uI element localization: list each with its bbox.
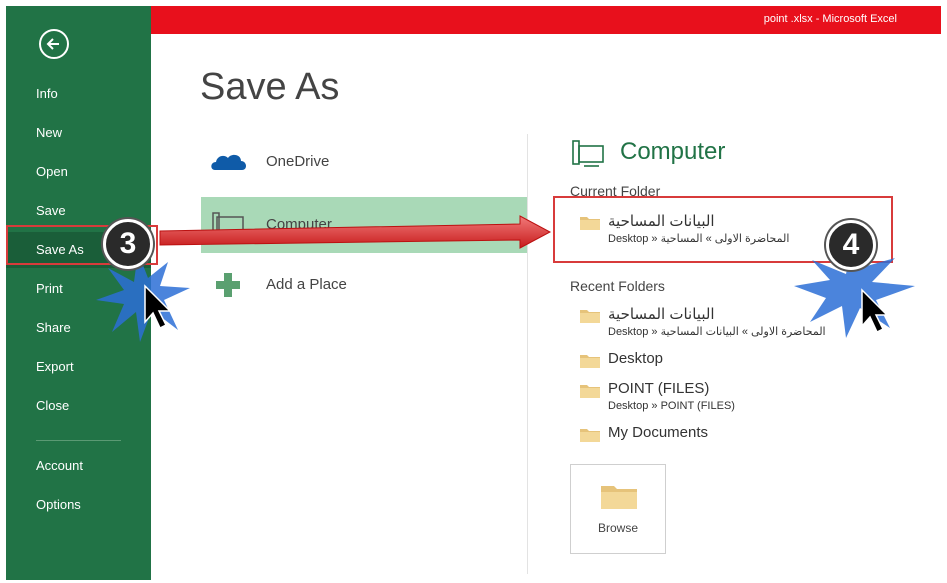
nav-item-account[interactable]: Account [6, 448, 151, 484]
folder-name: My Documents [608, 424, 709, 441]
browse-label: Browse [597, 521, 638, 535]
nav-item-share[interactable]: Share [6, 310, 151, 346]
nav-separator [36, 440, 121, 441]
place-label: OneDrive [266, 153, 330, 170]
back-button[interactable] [39, 29, 69, 59]
plus-icon [216, 273, 240, 297]
panel-divider [527, 134, 528, 574]
folder-name: البيانات المساحية [608, 306, 715, 323]
step-badge-3: 3 [103, 219, 153, 269]
back-arrow-icon [46, 38, 59, 50]
folder-name: POINT (FILES) [608, 380, 710, 397]
computer-icon [572, 140, 604, 167]
folder-icon [580, 429, 600, 442]
title-bar: point .xlsx - Microsoft Excel [151, 6, 941, 34]
computer-icon [212, 212, 244, 237]
folder-name: Desktop [608, 350, 664, 367]
nav-item-open[interactable]: Open [6, 154, 151, 190]
nav-item-close[interactable]: Close [6, 388, 151, 424]
place-onedrive[interactable]: OneDrive [201, 134, 527, 190]
step-badge-4: 4 [826, 220, 876, 270]
backstage-sidebar: Info New Open Save Save As Print Share E… [6, 6, 151, 580]
place-label: Computer [266, 216, 332, 233]
folder-icon [601, 486, 637, 509]
cloud-icon [211, 154, 247, 170]
nav-item-info[interactable]: Info [6, 76, 151, 112]
nav-item-export[interactable]: Export [6, 349, 151, 385]
place-computer[interactable]: Computer [201, 197, 527, 253]
folder-icon [580, 385, 600, 398]
cursor-arrow-icon [861, 288, 889, 334]
nav-item-print[interactable]: Print [6, 271, 151, 307]
page-title: Save As [200, 66, 340, 108]
folder-icon [580, 355, 600, 368]
recent-folders-label: Recent Folders [570, 278, 665, 294]
panel-heading-label: Computer [620, 138, 726, 165]
browse-button[interactable]: Browse [570, 464, 666, 554]
folder-path: Desktop » المحاضرة الاولى » البيانات الم… [608, 326, 826, 338]
window-title: point .xlsx - Microsoft Excel [763, 13, 897, 25]
place-label: Add a Place [266, 276, 347, 293]
nav-item-options[interactable]: Options [6, 487, 151, 523]
folder-path: Desktop » POINT (FILES) [608, 400, 735, 412]
nav-item-new[interactable]: New [6, 115, 151, 151]
place-add-a-place[interactable]: Add a Place [201, 257, 527, 313]
folder-icon [580, 310, 600, 323]
